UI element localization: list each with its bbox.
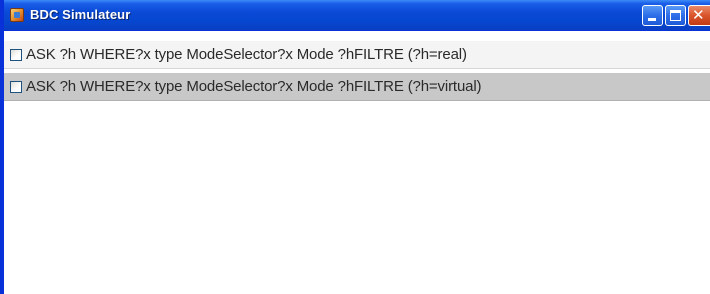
list-item-checkbox[interactable] — [10, 48, 22, 61]
close-icon: ✕ — [692, 6, 705, 24]
query-list: ASK ?h WHERE?x type ModeSelector?x Mode … — [4, 31, 710, 294]
maximize-button[interactable] — [665, 5, 686, 26]
list-item[interactable]: ASK ?h WHERE?x type ModeSelector?x Mode … — [4, 73, 710, 101]
list-item-label: ASK ?h WHERE?x type ModeSelector?x Mode … — [26, 78, 482, 95]
list-item-checkbox[interactable] — [10, 80, 22, 93]
list-item-label: ASK ?h WHERE?x type ModeSelector?x Mode … — [26, 46, 467, 63]
list-item[interactable]: ASK ?h WHERE?x type ModeSelector?x Mode … — [4, 41, 710, 69]
window-title: BDC Simulateur — [30, 7, 131, 22]
java-app-icon[interactable] — [10, 8, 24, 22]
maximize-icon — [670, 10, 681, 21]
app-window: BDC Simulateur ✕ ASK ?h WHERE?x type Mod… — [0, 0, 710, 294]
minimize-button[interactable] — [642, 5, 663, 26]
title-bar[interactable]: BDC Simulateur ✕ — [4, 0, 710, 31]
minimize-icon — [648, 18, 656, 21]
close-button[interactable]: ✕ — [688, 5, 710, 26]
